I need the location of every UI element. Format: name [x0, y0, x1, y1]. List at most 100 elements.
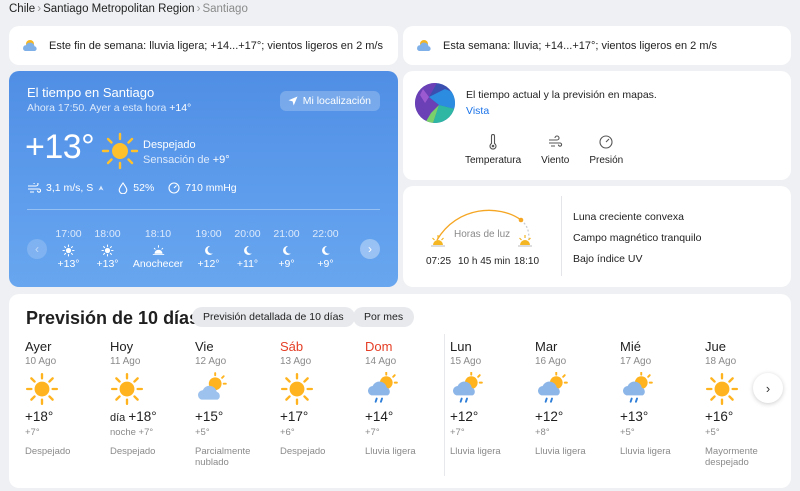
day-low: +7°: [25, 427, 40, 438]
breadcrumb-link-region[interactable]: Santiago Metropolitan Region: [43, 3, 195, 15]
hourly-time: 22:00: [312, 228, 339, 240]
day-date: 17 Ago: [620, 356, 652, 367]
moon-icon: [241, 242, 254, 258]
current-weather-subtitle: Ahora 17:50. Ayer a esta hora +14°: [27, 102, 191, 114]
forecast-day[interactable]: Ayer 10 Ago +18° +7° Despejado: [25, 339, 110, 468]
pressure-icon: [599, 135, 613, 149]
breadcrumb-separator: ›: [196, 3, 201, 15]
day-high: +16°: [705, 409, 790, 427]
sun-icon: [101, 242, 114, 258]
day-condition: Despejado: [25, 446, 71, 457]
day-date: 12 Ago: [195, 356, 227, 367]
day-name: Lun: [450, 339, 472, 354]
current-weather-panel: El tiempo en Santiago Ahora 17:50. Ayer …: [9, 71, 398, 287]
hourly-item: 18:00 +13°: [88, 228, 127, 272]
hourly-item: 20:00 +11°: [228, 228, 267, 272]
forecast-day[interactable]: Lun 15 Ago +12° +7° Lluvia ligera: [450, 339, 535, 468]
day-high: +12°: [535, 409, 620, 427]
forecast-day[interactable]: Vie 12 Ago +15° +5° Parcialmente nublado: [195, 339, 280, 468]
map-option-temperature[interactable]: Temperatura: [465, 134, 521, 166]
map-option-wind[interactable]: Viento: [541, 134, 569, 166]
weekend-summary[interactable]: Este fin de semana: lluvia ligera; +14..…: [9, 26, 398, 65]
hourly-item: 19:00 +12°: [189, 228, 228, 272]
ten-day-forecast: Previsión de 10 días Previsión detallada…: [9, 294, 791, 488]
yesterday-temperature: +14°: [169, 102, 192, 114]
humidity-stat: 52%: [118, 182, 154, 194]
day-name: Hoy: [110, 339, 134, 354]
hourly-item: 17:00 +13°: [49, 228, 88, 272]
forecast-day[interactable]: Sáb 13 Ago +17° +6° Despejado: [280, 339, 365, 468]
partly-cloudy-icon: [195, 370, 280, 408]
panel-divider: [27, 209, 380, 210]
hourly-value: +9°: [317, 258, 334, 270]
humidity-value: 52%: [133, 182, 155, 194]
current-temperature: +13°: [25, 128, 95, 166]
moon-icon: [319, 242, 332, 258]
day-date: 16 Ago: [535, 356, 567, 367]
hourly-time: 20:00: [234, 228, 261, 240]
partly-cloudy-icon: [23, 39, 37, 51]
maps-view-link[interactable]: Vista: [466, 105, 489, 117]
sun-icon: [62, 242, 75, 258]
hourly-forecast: 17:00 +13° 18:00 +13° 18:10 Anochecer 19:00…: [49, 228, 345, 272]
daylight-duration: 10 h 45 min: [458, 256, 511, 267]
day-high-value: +14°: [365, 409, 394, 424]
moon-phase: Luna creciente convexa: [573, 211, 684, 223]
forecast-next-button[interactable]: ›: [753, 373, 783, 403]
maps-description: El tiempo actual y la previsión en mapas…: [466, 89, 657, 101]
hourly-item: 21:00 +9°: [267, 228, 306, 272]
forecast-day[interactable]: Dom 14 Ago +14° +7° Lluvia ligera: [365, 339, 450, 468]
day-condition: Lluvia ligera: [535, 446, 586, 457]
day-condition: Despejado: [110, 446, 156, 457]
day-high: día +18°: [110, 409, 195, 427]
thermometer-icon: [489, 134, 497, 150]
map-layer-options: Temperatura Viento Presión: [465, 134, 623, 166]
hourly-value: +13°: [96, 258, 119, 270]
breadcrumb: Chile › Santiago Metropolitan Region › Santi…: [9, 3, 248, 15]
forecast-day[interactable]: Hoy 11 Ago día +18° noche +7° Despejado: [110, 339, 195, 468]
day-low: +7°: [450, 427, 465, 438]
hourly-value: +9°: [278, 258, 295, 270]
day-name: Mié: [620, 339, 641, 354]
hourly-value: Anochecer: [132, 258, 184, 270]
day-date: 18 Ago: [705, 356, 737, 367]
wind-value: 3,1 m/s, S: [46, 182, 94, 194]
day-high-prefix: día: [110, 412, 129, 424]
day-high-value: +18°: [128, 409, 157, 424]
maps-card[interactable]: El tiempo actual y la previsión en mapas…: [403, 71, 791, 180]
breadcrumb-link-country[interactable]: Chile: [9, 3, 35, 15]
day-condition: Lluvia ligera: [450, 446, 501, 457]
sunset-icon: [152, 242, 165, 258]
my-location-label: Mi localización: [302, 95, 371, 107]
forecast-day[interactable]: Mar 16 Ago +12° +8° Lluvia ligera: [535, 339, 620, 468]
feels-like-value: +9°: [212, 154, 230, 166]
hourly-time: 21:00: [273, 228, 300, 240]
sun-card-divider: [561, 196, 562, 276]
hourly-item: 22:00 +9°: [306, 228, 345, 272]
detailed-forecast-button[interactable]: Previsión detallada de 10 días: [192, 307, 355, 327]
hourly-time: 18:00: [94, 228, 121, 240]
day-low: +5°: [195, 427, 210, 438]
hourly-next-button[interactable]: ›: [360, 239, 380, 259]
day-low: +8°: [535, 427, 550, 438]
map-option-pressure[interactable]: Presión: [589, 134, 623, 166]
my-location-button[interactable]: Mi localización: [279, 91, 380, 111]
monthly-forecast-button[interactable]: Por mes: [353, 307, 415, 327]
subtitle-text: Ahora 17:50. Ayer a esta hora: [27, 102, 170, 114]
forecast-day[interactable]: Mié 17 Ago +13° +5° Lluvia ligera: [620, 339, 705, 468]
week-summary[interactable]: Esta semana: lluvia; +14...+17°; vientos…: [403, 26, 791, 65]
day-high: +15°: [195, 409, 280, 427]
hourly-time: 18:10: [144, 228, 172, 240]
forecast-day[interactable]: Jue 18 Ago +16° +5° Mayormente despejado: [705, 339, 790, 468]
map-option-label: Temperatura: [465, 155, 522, 166]
day-condition: Mayormente despejado: [705, 446, 758, 468]
light-rain-icon: [450, 370, 535, 408]
day-high-value: +17°: [280, 409, 309, 424]
weather-map-thumbnail[interactable]: [415, 83, 455, 123]
hourly-value: +11°: [236, 258, 259, 270]
hourly-prev-button[interactable]: ‹: [27, 239, 47, 259]
location-arrow-icon: [288, 96, 298, 106]
pressure-value: 710 mmHg: [185, 182, 237, 194]
day-high-value: +16°: [705, 409, 734, 424]
feels-like-label: Sensación de: [143, 154, 213, 166]
